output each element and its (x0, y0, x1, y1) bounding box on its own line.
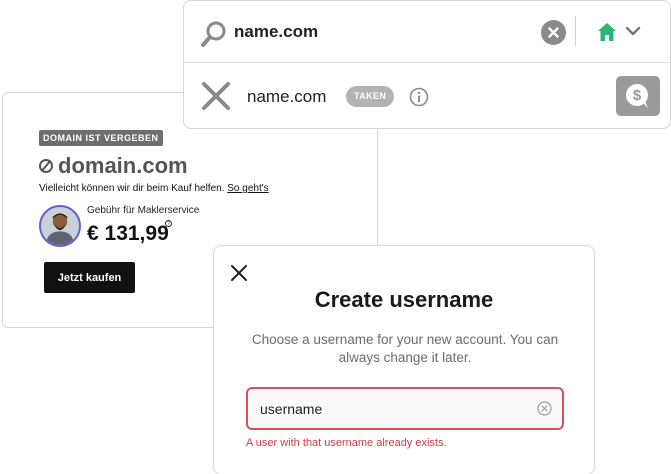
username-error-message: A user with that username already exists… (246, 437, 447, 449)
person-icon (41, 207, 79, 245)
how-it-works-link[interactable]: So geht's (227, 183, 268, 194)
x-icon (202, 82, 230, 110)
search-icon (201, 21, 226, 47)
divider (575, 16, 576, 46)
domain-title-row: domain.com (39, 153, 188, 179)
dollar-chat-icon[interactable]: $ (616, 76, 660, 116)
username-input[interactable] (260, 399, 520, 419)
svg-text:$: $ (633, 87, 642, 104)
question-icon[interactable]: ? (165, 220, 172, 227)
domain-search-card: name.com TAKEN $ (183, 0, 671, 129)
clear-search-icon[interactable] (541, 20, 566, 45)
info-icon[interactable] (409, 87, 429, 107)
broker-fee-label: Gebühr für Maklerservice (87, 205, 200, 216)
help-text: Vielleicht können wir dir beim Kauf helf… (39, 183, 269, 194)
search-row (184, 1, 670, 63)
help-text-body: Vielleicht können wir dir beim Kauf helf… (39, 183, 225, 194)
clear-input-icon[interactable] (537, 401, 552, 416)
create-username-modal: Create username Choose a username for yo… (213, 245, 595, 474)
modal-subtitle: Choose a username for your new account. … (251, 332, 559, 365)
domain-name: domain.com (58, 153, 188, 178)
username-field[interactable] (246, 387, 564, 430)
chevron-down-icon[interactable] (625, 24, 641, 38)
modal-title: Create username (314, 287, 494, 312)
buy-now-button[interactable]: Jetzt kaufen (44, 262, 135, 293)
domain-taken-badge: DOMAIN IST VERGEBEN (39, 130, 163, 146)
search-result-row[interactable]: name.com TAKEN $ (184, 63, 670, 129)
unavailable-icon (39, 159, 53, 173)
broker-price: € 131,99 (87, 222, 169, 245)
home-icon[interactable] (597, 22, 617, 42)
domain-search-input[interactable] (234, 19, 514, 45)
taken-status-pill: TAKEN (346, 86, 395, 107)
close-icon[interactable] (229, 263, 249, 283)
avatar (39, 205, 81, 247)
result-domain: name.com (247, 87, 327, 106)
